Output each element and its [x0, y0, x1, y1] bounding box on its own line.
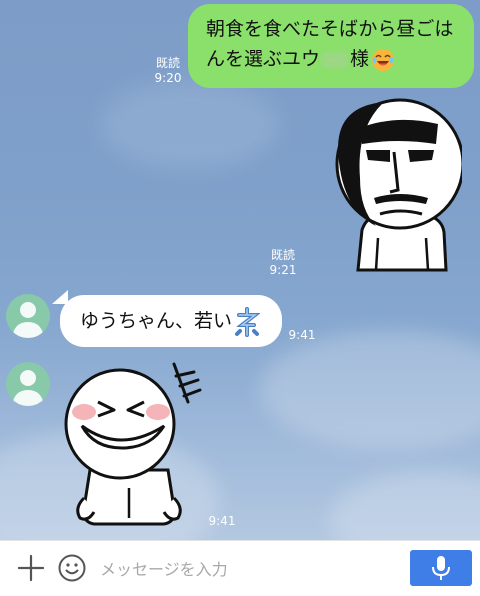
read-receipt: 既読	[270, 248, 295, 262]
sticker-message-meta: 既読 9:21	[263, 248, 303, 278]
laughing-tears-emoji-icon	[372, 48, 395, 71]
chat-area[interactable]: 朝食を食べたそばから昼ごは んを選ぶユウ 様 既読 9:20 既読 9:21 ゆう…	[0, 0, 480, 540]
message-time: 9:21	[269, 263, 297, 277]
redacted-text	[322, 51, 349, 68]
microphone-icon	[432, 556, 450, 580]
outgoing-message-line2-end: 様	[350, 48, 370, 70]
message-time: 9:41	[288, 328, 316, 342]
outgoing-message-line2-start: んを選ぶユウ	[206, 48, 321, 70]
message-time: 9:20	[154, 71, 182, 85]
smile-icon[interactable]	[58, 554, 86, 582]
outgoing-message-line2: んを選ぶユウ 様	[206, 44, 458, 74]
default-user-icon	[12, 302, 44, 338]
sender-avatar[interactable]	[6, 294, 50, 338]
read-receipt: 既読	[155, 56, 180, 70]
message-time: 9:41	[208, 514, 236, 528]
outgoing-message-line1: 朝食を食べたそばから昼ごは	[206, 18, 454, 40]
sticker-message-meta: 9:41	[204, 514, 240, 529]
outgoing-message-bubble[interactable]: 朝食を食べたそばから昼ごは んを選ぶユウ 様	[188, 4, 474, 88]
message-input[interactable]	[98, 550, 402, 588]
message-input-bar	[0, 540, 480, 596]
sender-avatar[interactable]	[6, 362, 50, 406]
outgoing-message-meta: 既読 9:20	[148, 56, 188, 86]
moon-laughing-sticker[interactable]	[54, 358, 204, 534]
plus-icon[interactable]	[16, 553, 46, 583]
incoming-message-text: ゆうちゃん、若い	[80, 310, 233, 332]
moai-face-sticker[interactable]	[326, 98, 462, 274]
default-user-icon	[12, 370, 44, 406]
incoming-message-bubble[interactable]: ゆうちゃん、若い	[60, 295, 282, 347]
incoming-message-meta: 9:41	[286, 328, 318, 343]
ne-character-emoji-icon	[235, 306, 261, 337]
microphone-button[interactable]	[410, 550, 472, 586]
